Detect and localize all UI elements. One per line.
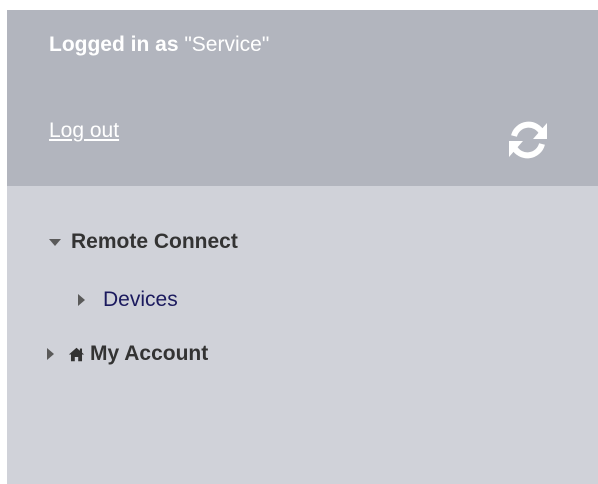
caret-right-icon — [78, 294, 85, 306]
nav-item-remote-connect[interactable]: Remote Connect — [49, 230, 238, 254]
login-status: Logged in as "Service" — [49, 33, 269, 57]
logout-link[interactable]: Log out — [49, 119, 119, 143]
refresh-button[interactable] — [503, 115, 553, 165]
nav-item-label: Devices — [103, 288, 178, 311]
nav-item-label: My Account — [90, 342, 209, 365]
home-icon — [68, 347, 85, 361]
refresh-icon — [509, 121, 547, 159]
nav-item-label: Remote Connect — [71, 230, 238, 253]
caret-down-icon — [49, 238, 61, 246]
login-status-prefix: Logged in as — [49, 33, 185, 56]
login-username: "Service" — [184, 33, 270, 56]
nav-item-devices[interactable]: Devices — [78, 288, 178, 312]
caret-right-icon — [47, 348, 54, 360]
nav-item-my-account[interactable]: My Account — [47, 342, 208, 366]
